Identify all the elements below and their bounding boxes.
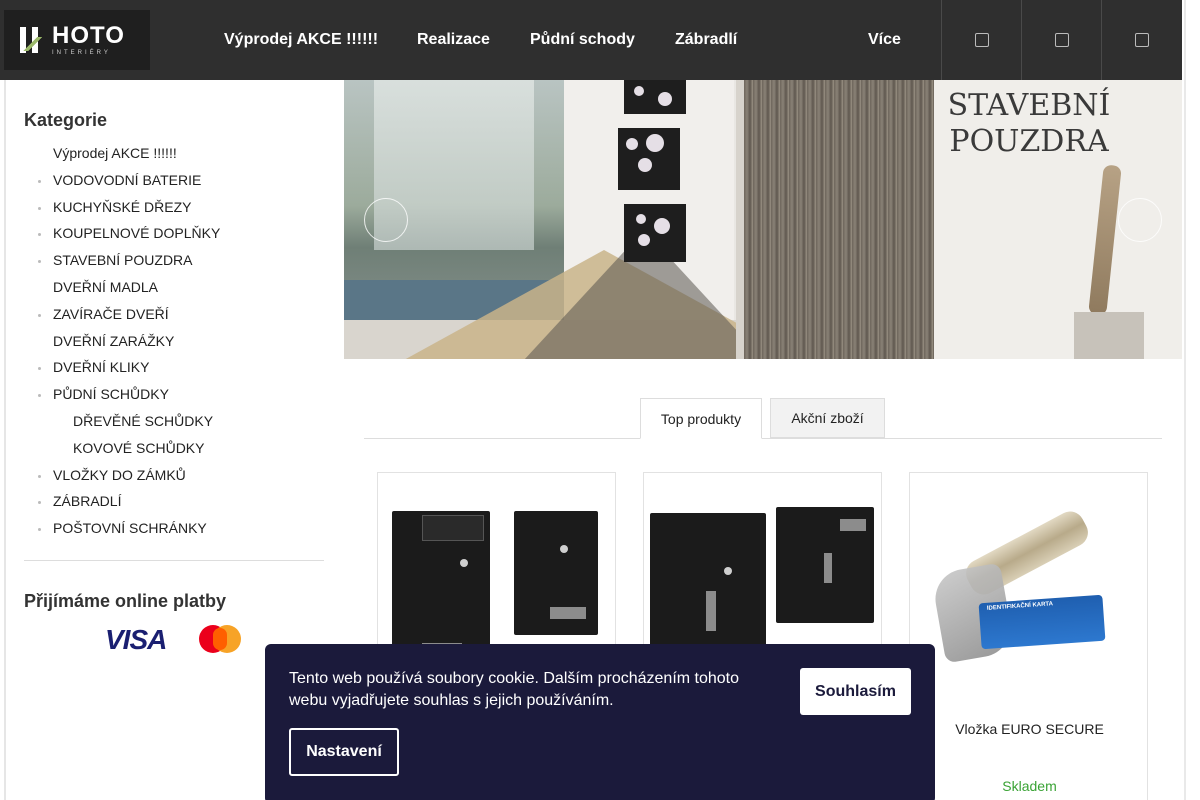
sidebar-category-item[interactable]: DŘEVĚNÉ SCHŮDKY	[73, 413, 213, 429]
search-icon	[974, 33, 989, 47]
product-name[interactable]: Vložka EURO SECURE	[910, 721, 1149, 737]
user-icon	[1054, 33, 1069, 47]
sidebar-category-item[interactable]: PŮDNÍ SCHŮDKY	[53, 386, 169, 402]
sidebar-category-item[interactable]: STAVEBNÍ POUZDRA	[53, 252, 193, 268]
banner-title: STAVEBNÍ POUZDRA	[947, 88, 1111, 159]
account-button[interactable]	[1021, 0, 1101, 80]
wall-art	[624, 80, 686, 114]
wall-art	[624, 204, 686, 262]
nav-more-label: Více	[868, 31, 901, 48]
logo-subtext: INTERIÉRY	[52, 50, 111, 56]
logo-text: HOTO	[52, 22, 125, 49]
sidebar-category-item[interactable]: KUCHYŇSKÉ DŘEZY	[53, 199, 191, 215]
bullet-icon	[38, 367, 41, 370]
nav-item-pudni-schody[interactable]: Půdní schody	[530, 31, 635, 49]
bullet-icon	[38, 260, 41, 263]
sidebar-category-item[interactable]: ZÁBRADLÍ	[53, 493, 121, 509]
banner-next-button[interactable]	[1118, 198, 1162, 242]
tab-top-produkty[interactable]: Top produkty	[640, 398, 762, 439]
cookie-accept-button[interactable]: Souhlasím	[800, 668, 911, 715]
scrollbar[interactable]	[1184, 0, 1186, 800]
site-logo[interactable]: HOTO INTERIÉRY	[4, 10, 150, 70]
hero-banner[interactable]: STAVEBNÍ POUZDRA	[344, 80, 1182, 359]
nav-item-realizace[interactable]: Realizace	[417, 31, 490, 49]
bullet-icon	[38, 475, 41, 478]
search-button[interactable]	[941, 0, 1021, 80]
product-stock: Skladem	[1002, 778, 1057, 794]
cookie-text: Tento web používá soubory cookie. Dalším…	[289, 670, 740, 709]
bullet-icon	[38, 233, 41, 236]
site-header: HOTO INTERIÉRY Výprodej AKCE !!!!!! Real…	[0, 0, 1200, 80]
sidebar-category-item[interactable]: VLOŽKY DO ZÁMKŮ	[53, 467, 186, 483]
banner-prev-button[interactable]	[364, 198, 408, 242]
bullet-icon	[38, 394, 41, 397]
payments-title: Přijímáme online platby	[24, 591, 227, 611]
nav-item-vyprodej[interactable]: Výprodej AKCE !!!!!!	[224, 31, 378, 49]
bullet-icon	[38, 207, 41, 210]
sliding-door-image	[744, 80, 934, 359]
sidebar-category-item[interactable]: KOVOVÉ SCHŮDKY	[73, 440, 204, 456]
identification-card-image: IDENTIFIKAČNÍ KARTA	[978, 594, 1106, 650]
bullet-icon	[38, 501, 41, 504]
bullet-icon	[38, 180, 41, 183]
nav-more[interactable]: Více	[868, 31, 905, 49]
nav-item-zabradli[interactable]: Zábradlí	[675, 31, 737, 49]
bullet-icon	[38, 528, 41, 531]
sidebar-category-item[interactable]: DVEŘNÍ KLIKY	[53, 359, 149, 375]
cookie-banner: Tento web používá soubory cookie. Dalším…	[265, 644, 935, 800]
cart-button[interactable]	[1101, 0, 1182, 80]
categories-title: Kategorie	[24, 110, 108, 130]
tabs-underline	[364, 438, 1162, 439]
product-card[interactable]: IDENTIFIKAČNÍ KARTA Vložka EURO SECURE S…	[909, 472, 1148, 800]
sidebar-border	[4, 80, 6, 800]
sidebar-category-item[interactable]: ZAVÍRAČE DVEŘÍ	[53, 306, 169, 322]
sidebar-category-item[interactable]: DVEŘNÍ MADLA	[53, 279, 158, 295]
sidebar-divider	[24, 560, 324, 561]
cookie-settings-button[interactable]: Nastavení	[289, 728, 399, 776]
sidebar-category-item[interactable]: Výprodej AKCE !!!!!!	[53, 145, 177, 161]
tab-akcni-zbozi[interactable]: Akční zboží	[770, 398, 885, 438]
mastercard-logo	[199, 625, 243, 653]
bullet-icon	[38, 314, 41, 317]
sidebar-category-item[interactable]: KOUPELNOVÉ DOPLŇKY	[53, 225, 220, 241]
wall-art	[618, 128, 680, 190]
sidebar-category-item[interactable]: DVEŘNÍ ZARÁŽKY	[53, 333, 174, 349]
sidebar-category-item[interactable]: POŠTOVNÍ SCHRÁNKY	[53, 520, 207, 536]
cart-icon	[1135, 33, 1149, 47]
logo-mark-icon	[18, 25, 48, 55]
sidebar-category-item[interactable]: VODOVODNÍ BATERIE	[53, 172, 201, 188]
visa-logo: VISA	[105, 624, 167, 655]
